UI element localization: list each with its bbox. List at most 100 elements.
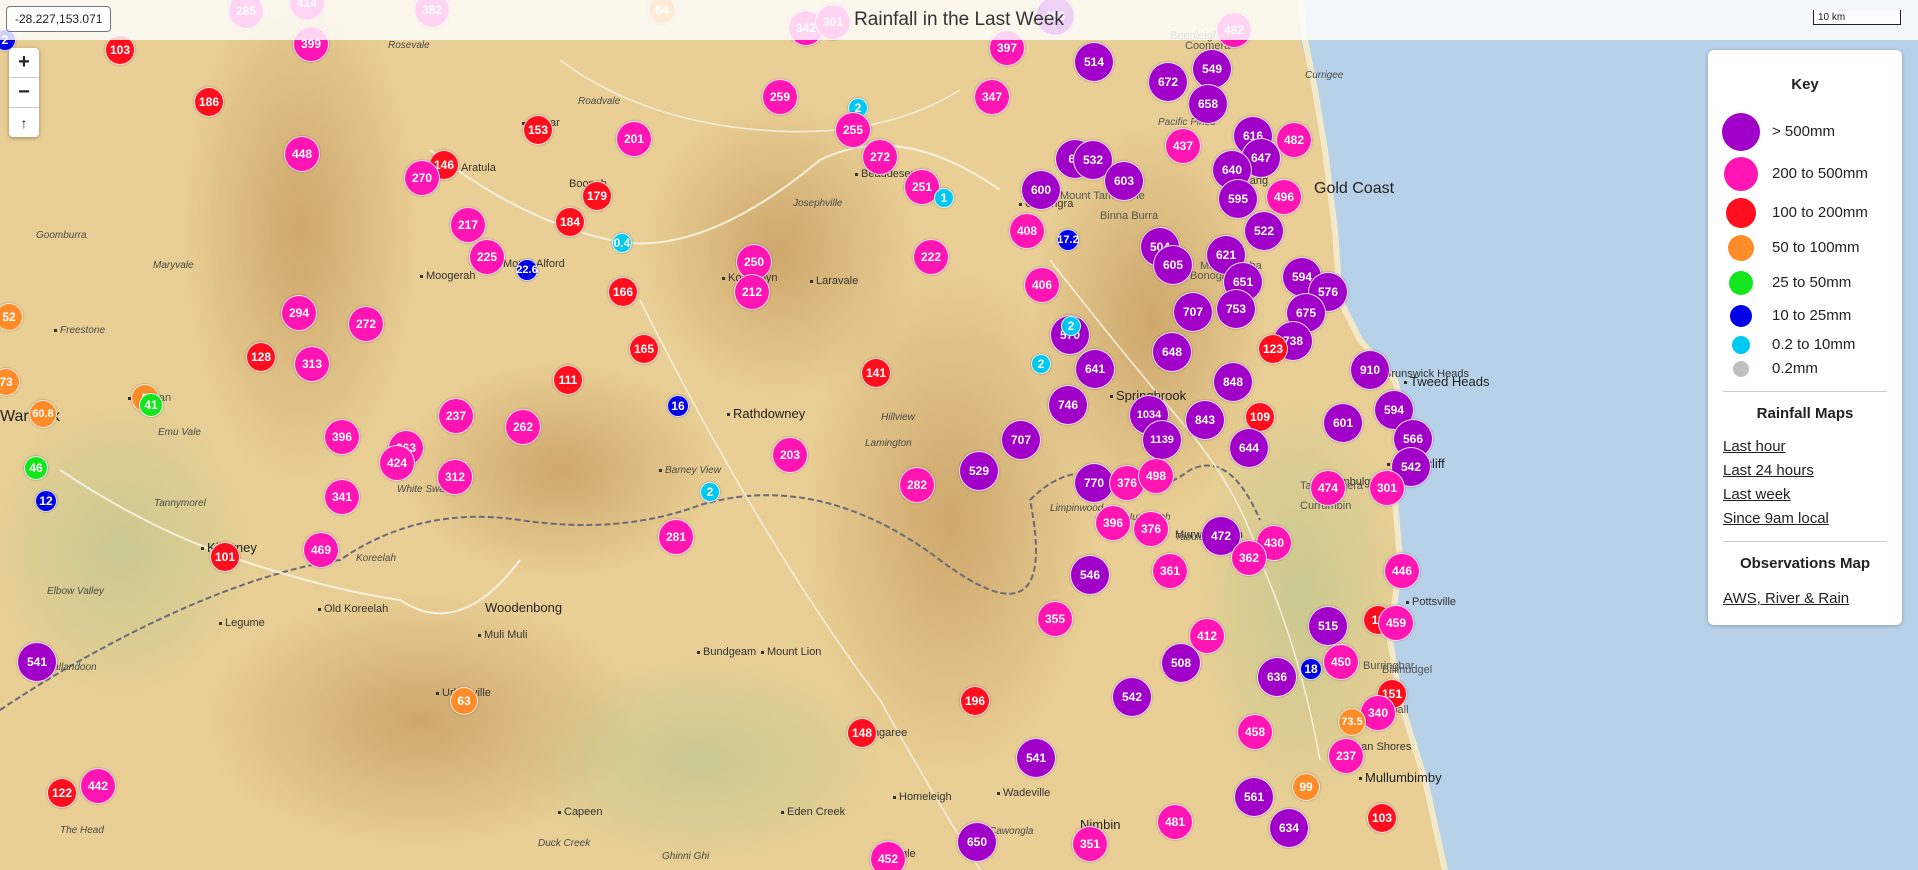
rainfall-map[interactable]: RosevaleRoadvaleKalbarAratulaBoonahGoomb… xyxy=(0,0,1918,870)
rainfall-marker[interactable]: 549 xyxy=(1192,49,1232,89)
rainfall-marker[interactable]: 196 xyxy=(960,686,990,716)
rainfall-marker[interactable]: 312 xyxy=(437,459,473,495)
link-since-9am[interactable]: Since 9am local xyxy=(1723,510,1829,527)
rainfall-marker[interactable]: 122 xyxy=(47,778,77,808)
rainfall-marker[interactable]: 225 xyxy=(469,239,505,275)
rainfall-marker[interactable]: 600 xyxy=(1021,170,1061,210)
link-last-week[interactable]: Last week xyxy=(1723,486,1791,503)
rainfall-marker[interactable]: 2 xyxy=(1031,354,1051,374)
rainfall-marker[interactable]: 255 xyxy=(835,112,871,148)
rainfall-marker[interactable]: 272 xyxy=(862,139,898,175)
rainfall-marker[interactable]: 498 xyxy=(1138,458,1174,494)
rainfall-marker[interactable]: 514 xyxy=(1074,42,1114,82)
rainfall-marker[interactable]: 2 xyxy=(700,482,720,502)
rainfall-marker[interactable]: 179 xyxy=(582,181,612,211)
rainfall-marker[interactable]: 73.5 xyxy=(1338,708,1366,736)
rainfall-marker[interactable]: 595 xyxy=(1218,179,1258,219)
rainfall-marker[interactable]: 541 xyxy=(17,642,57,682)
rainfall-marker[interactable]: 281 xyxy=(658,519,694,555)
rainfall-marker[interactable]: 123 xyxy=(1258,334,1288,364)
rainfall-marker[interactable]: 41 xyxy=(139,393,163,417)
rainfall-marker[interactable]: 437 xyxy=(1165,128,1201,164)
link-aws-river-rain[interactable]: AWS, River & Rain xyxy=(1723,590,1849,607)
rainfall-marker[interactable]: 166 xyxy=(608,277,638,307)
rainfall-marker[interactable]: 12 xyxy=(35,490,57,512)
rainfall-marker[interactable]: 481 xyxy=(1157,804,1193,840)
rainfall-marker[interactable]: 184 xyxy=(555,207,585,237)
zoom-in-button[interactable]: + xyxy=(9,48,39,78)
rainfall-marker[interactable]: 282 xyxy=(899,467,935,503)
rainfall-marker[interactable]: 153 xyxy=(523,115,553,145)
rainfall-marker[interactable]: 396 xyxy=(324,419,360,455)
rainfall-marker[interactable]: 272 xyxy=(348,306,384,342)
rainfall-marker[interactable]: 542 xyxy=(1112,677,1152,717)
rainfall-marker[interactable]: 406 xyxy=(1024,267,1060,303)
zoom-out-button[interactable]: − xyxy=(9,78,39,108)
rainfall-marker[interactable]: 770 xyxy=(1074,463,1114,503)
rainfall-marker[interactable]: 634 xyxy=(1269,808,1309,848)
rainfall-marker[interactable]: 0.4 xyxy=(612,233,632,253)
rainfall-marker[interactable]: 2 xyxy=(1061,316,1081,336)
rainfall-marker[interactable]: 294 xyxy=(281,295,317,331)
rainfall-marker[interactable]: 442 xyxy=(80,768,116,804)
rainfall-marker[interactable]: 355 xyxy=(1037,601,1073,637)
rainfall-marker[interactable]: 301 xyxy=(1369,470,1405,506)
rainfall-marker[interactable]: 644 xyxy=(1229,428,1269,468)
rainfall-marker[interactable]: 270 xyxy=(404,160,440,196)
rainfall-marker[interactable]: 650 xyxy=(957,822,997,862)
link-last-hour[interactable]: Last hour xyxy=(1723,438,1786,455)
rainfall-marker[interactable]: 641 xyxy=(1075,349,1115,389)
rainfall-marker[interactable]: 212 xyxy=(734,274,770,310)
rainfall-marker[interactable]: 60.8 xyxy=(29,400,57,428)
rainfall-marker[interactable]: 605 xyxy=(1153,245,1193,285)
rainfall-marker[interactable]: 128 xyxy=(246,342,276,372)
rainfall-marker[interactable]: 1 xyxy=(934,188,954,208)
rainfall-marker[interactable]: 707 xyxy=(1001,420,1041,460)
rainfall-marker[interactable]: 237 xyxy=(438,398,474,434)
rainfall-marker[interactable]: 746 xyxy=(1048,385,1088,425)
rainfall-marker[interactable]: 103 xyxy=(1367,803,1397,833)
rainfall-marker[interactable]: 141 xyxy=(861,358,891,388)
rainfall-marker[interactable]: 546 xyxy=(1070,555,1110,595)
rainfall-marker[interactable]: 18 xyxy=(1300,658,1322,680)
rainfall-marker[interactable]: 408 xyxy=(1009,213,1045,249)
rainfall-marker[interactable]: 16 xyxy=(667,395,689,417)
rainfall-marker[interactable]: 361 xyxy=(1152,553,1188,589)
rainfall-marker[interactable]: 459 xyxy=(1378,605,1414,641)
rainfall-marker[interactable]: 469 xyxy=(303,532,339,568)
rainfall-marker[interactable]: 362 xyxy=(1231,540,1267,576)
rainfall-marker[interactable]: 458 xyxy=(1237,714,1273,750)
rainfall-marker[interactable]: 201 xyxy=(616,121,652,157)
reset-north-button[interactable]: ↑ xyxy=(9,108,39,137)
rainfall-marker[interactable]: 446 xyxy=(1384,553,1420,589)
rainfall-marker[interactable]: 450 xyxy=(1323,644,1359,680)
rainfall-marker[interactable]: 46 xyxy=(24,456,48,480)
rainfall-marker[interactable]: 99 xyxy=(1292,773,1320,801)
rainfall-marker[interactable]: 658 xyxy=(1188,84,1228,124)
rainfall-marker[interactable]: 496 xyxy=(1266,179,1302,215)
rainfall-marker[interactable]: 672 xyxy=(1148,62,1188,102)
rainfall-marker[interactable]: 448 xyxy=(284,136,320,172)
rainfall-marker[interactable]: 396 xyxy=(1095,505,1131,541)
rainfall-marker[interactable]: 474 xyxy=(1310,470,1346,506)
rainfall-marker[interactable]: 508 xyxy=(1161,643,1201,683)
rainfall-marker[interactable]: 165 xyxy=(629,334,659,364)
rainfall-marker[interactable]: 63 xyxy=(450,687,478,715)
rainfall-marker[interactable]: 203 xyxy=(772,437,808,473)
rainfall-marker[interactable]: 910 xyxy=(1350,350,1390,390)
rainfall-marker[interactable]: 452 xyxy=(870,841,906,870)
rainfall-marker[interactable]: 1139 xyxy=(1142,420,1182,460)
rainfall-marker[interactable]: 636 xyxy=(1257,657,1297,697)
rainfall-marker[interactable]: 561 xyxy=(1234,777,1274,817)
rainfall-marker[interactable]: 313 xyxy=(294,346,330,382)
rainfall-marker[interactable]: 529 xyxy=(959,451,999,491)
rainfall-marker[interactable]: 347 xyxy=(974,79,1010,115)
rainfall-marker[interactable]: 707 xyxy=(1173,292,1213,332)
rainfall-marker[interactable]: 522 xyxy=(1244,211,1284,251)
rainfall-marker[interactable]: 648 xyxy=(1152,332,1192,372)
rainfall-marker[interactable]: 515 xyxy=(1308,606,1348,646)
link-last-24-hours[interactable]: Last 24 hours xyxy=(1723,462,1814,479)
rainfall-marker[interactable]: 601 xyxy=(1323,403,1363,443)
rainfall-marker[interactable]: 222 xyxy=(913,239,949,275)
rainfall-marker[interactable]: 603 xyxy=(1104,161,1144,201)
